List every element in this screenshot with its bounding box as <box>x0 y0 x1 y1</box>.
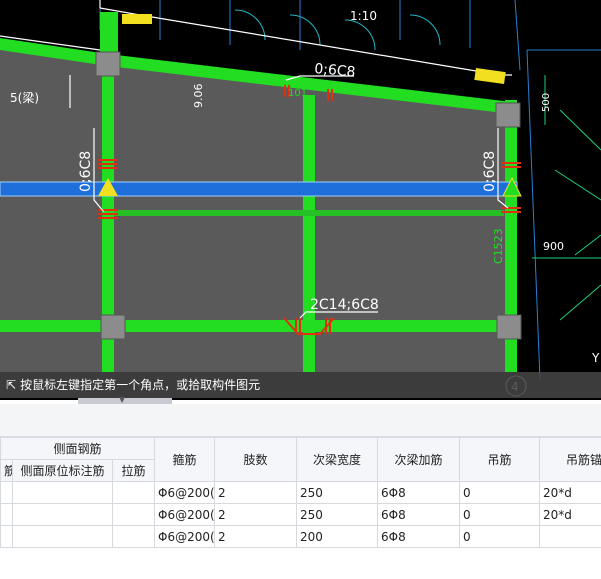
label-col-left: 0;6C8 <box>78 151 94 192</box>
cell-anchor[interactable]: 20*d <box>539 503 601 526</box>
header-sub-0: 筋 <box>0 459 13 482</box>
label-dim-left: 9.06 <box>192 84 205 109</box>
cell-hanger[interactable]: 0 <box>459 503 541 526</box>
header-row-group: 侧面钢筋 箍筋 肢数 次梁宽度 次梁加筋 吊筋 吊筋锚固 <box>0 437 601 482</box>
cell-anchor[interactable]: 20*d <box>539 481 601 504</box>
cell-anchor[interactable] <box>539 525 601 548</box>
cell-add[interactable]: 6Φ8 <box>377 503 461 526</box>
beam-h-mid <box>114 210 504 216</box>
label-beam-top-sub: 101 <box>288 88 307 99</box>
cell-legs[interactable]: 2 <box>214 525 298 548</box>
cell-hanger[interactable]: 0 <box>459 481 541 504</box>
cursor-arrow-icon: ⇱ <box>6 378 17 392</box>
column-br <box>496 314 522 340</box>
beam-top-yellow <box>122 14 152 24</box>
label-bottom-beam: 2C14;6C8 <box>310 297 379 313</box>
label-dim-500: 500 <box>541 93 552 112</box>
header-sub-1: 侧面原位标注筋 <box>12 459 113 482</box>
header-width: 次梁宽度 <box>296 437 379 482</box>
beam-top-yellow-right <box>474 67 506 85</box>
header-side-rebar: 侧面钢筋 <box>0 437 156 460</box>
cell-stirrup[interactable]: Φ6@200( <box>154 481 216 504</box>
cell-legs[interactable]: 2 <box>214 503 298 526</box>
chevron-down-icon: ▼ <box>119 395 126 404</box>
header-add: 次梁加筋 <box>377 437 461 482</box>
column-bl <box>100 314 126 340</box>
cell-hanger[interactable]: 0 <box>459 525 541 548</box>
label-left-text: 5(梁) <box>10 90 39 105</box>
cell-width[interactable]: 200 <box>296 525 379 548</box>
header-anchor: 吊筋锚固 <box>539 437 601 482</box>
property-grid[interactable]: 侧面钢筋 箍筋 肢数 次梁宽度 次梁加筋 吊筋 吊筋锚固 筋 侧面原位标注筋 拉… <box>0 437 601 579</box>
property-toolbar <box>0 404 601 437</box>
header-hanger: 吊筋 <box>459 437 541 482</box>
status-text: 按鼠标左键指定第一个角点，或拾取构件图元 <box>20 378 261 392</box>
column-tl <box>95 51 121 77</box>
label-corner: Y <box>591 351 600 365</box>
cad-canvas[interactable]: 1:10 0;6C8 101 5(梁) 9.06 0;6C8 0;6C8 C15… <box>0 0 601 400</box>
label-dim-900: 900 <box>543 240 564 253</box>
status-bar: ⇱ 按鼠标左键指定第一个角点，或拾取构件图元 <box>0 372 601 398</box>
table-row[interactable]: Φ6@200( 2 200 6Φ8 0 <box>0 525 601 548</box>
drawing-svg[interactable]: 1:10 0;6C8 101 5(梁) 9.06 0;6C8 0;6C8 C15… <box>0 0 601 400</box>
header-stirrup: 箍筋 <box>154 437 216 482</box>
label-top-scale: 1:10 <box>350 9 377 23</box>
cell-width[interactable]: 250 <box>296 503 379 526</box>
cell-stirrup[interactable]: Φ6@200( <box>154 525 216 548</box>
beam-bottom <box>0 320 517 332</box>
table-row[interactable]: Φ6@200( 2 250 6Φ8 0 20*d <box>0 481 601 504</box>
cell-legs[interactable]: 2 <box>214 481 298 504</box>
label-right-code: C1523 <box>492 228 505 264</box>
header-legs: 肢数 <box>214 437 298 482</box>
label-col-right: 0;6C8 <box>482 151 498 192</box>
column-tr <box>495 102 521 128</box>
label-beam-top: 0;6C8 <box>314 61 356 81</box>
door-arcs <box>234 9 441 51</box>
cell-stirrup[interactable]: Φ6@200( <box>154 503 216 526</box>
table-row[interactable]: Φ6@200( 2 250 6Φ8 0 20*d <box>0 503 601 526</box>
cell-add[interactable]: 6Φ8 <box>377 525 461 548</box>
cell-width[interactable]: 250 <box>296 481 379 504</box>
header-sub-2: 拉筋 <box>111 459 156 482</box>
property-table: 侧面钢筋 箍筋 肢数 次梁宽度 次梁加筋 吊筋 吊筋锚固 筋 侧面原位标注筋 拉… <box>0 437 601 548</box>
cell-add[interactable]: 6Φ8 <box>377 481 461 504</box>
